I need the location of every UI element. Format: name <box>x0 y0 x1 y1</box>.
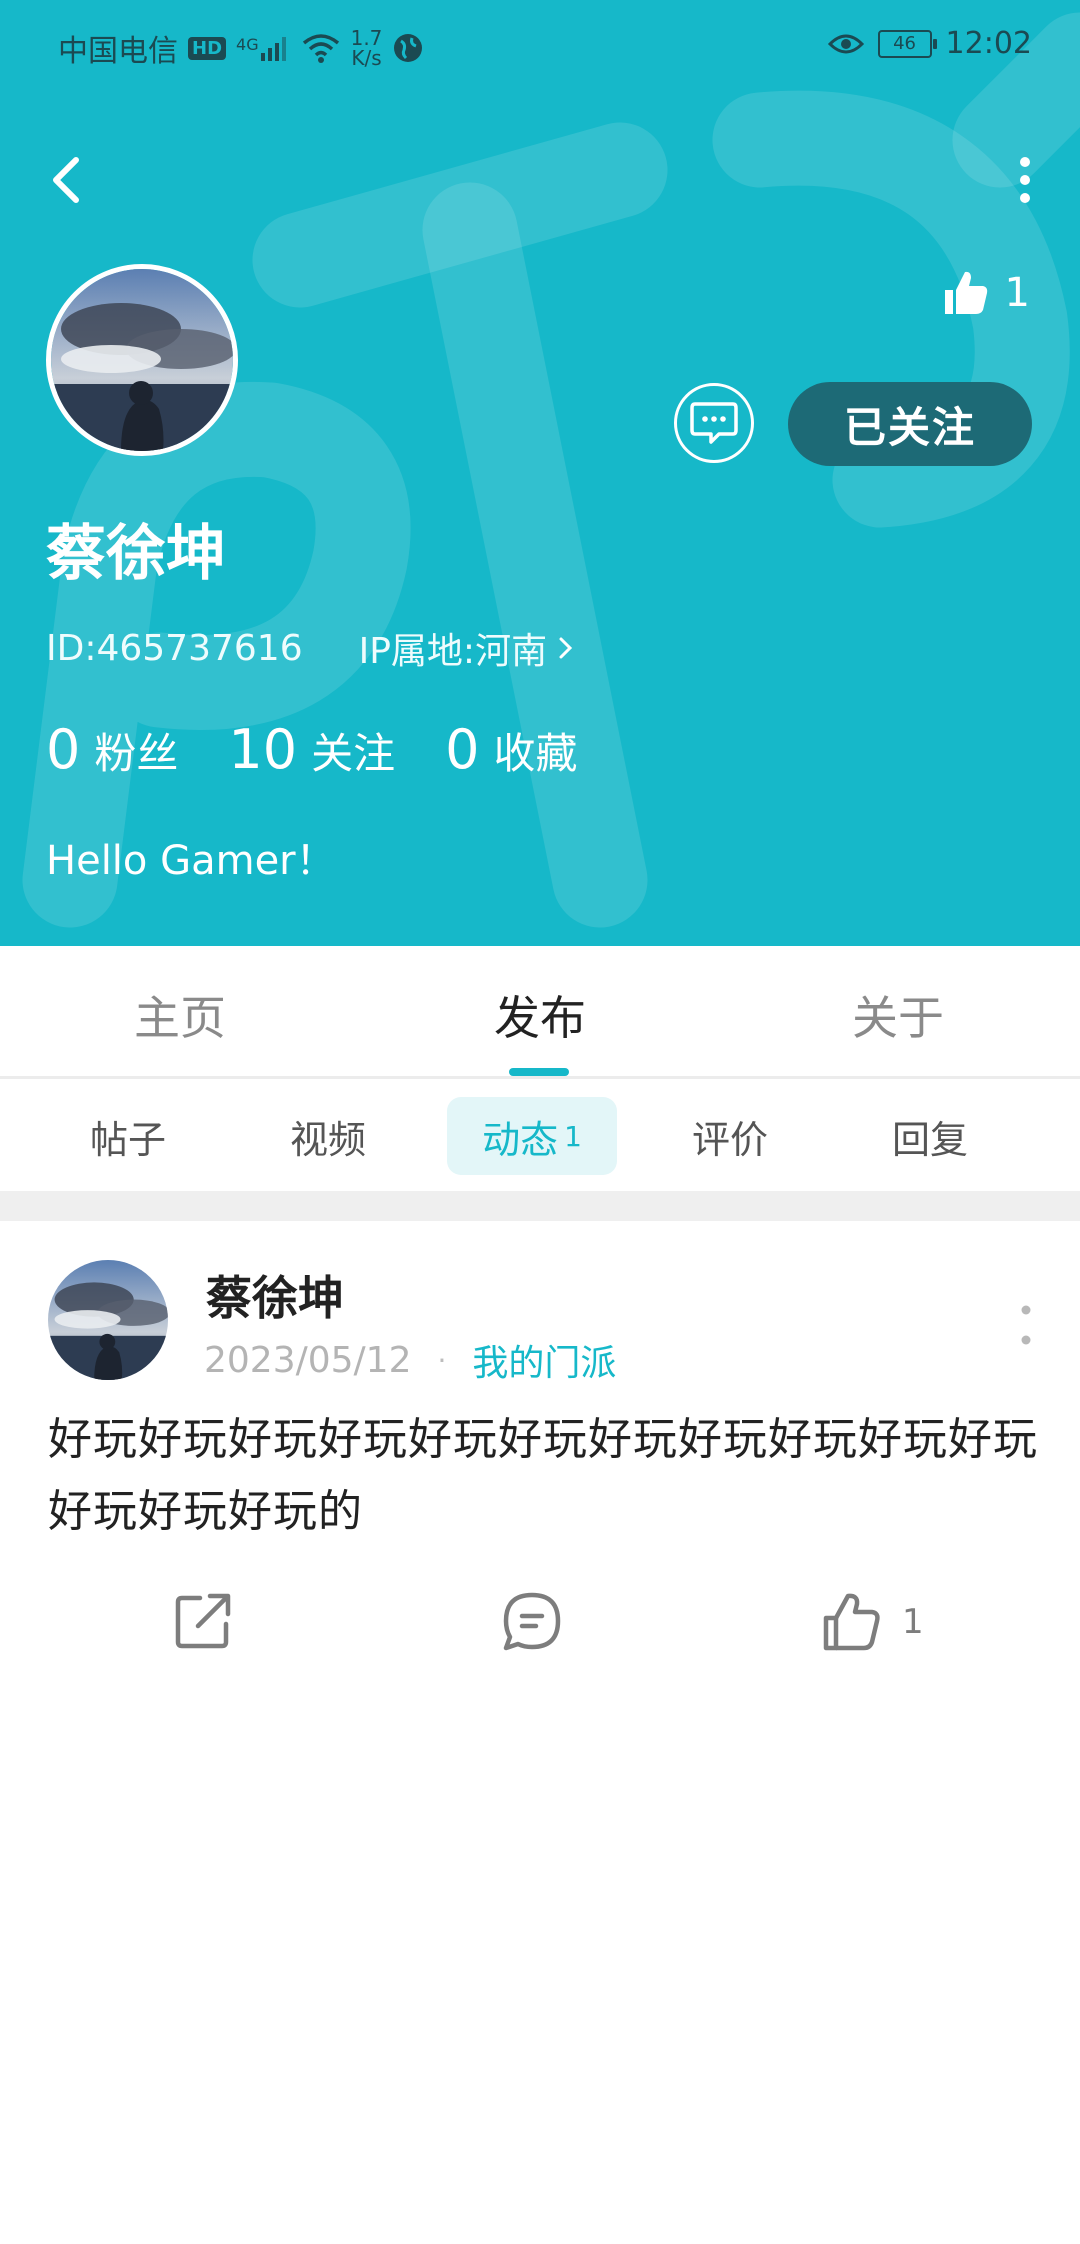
stat-number: 0 <box>445 718 480 781</box>
subtab-count: 1 <box>564 1119 582 1153</box>
thumbs-up-icon <box>944 271 987 314</box>
post-section-link[interactable]: 我的门派 <box>472 1334 616 1386</box>
stat-label: 关注 <box>311 729 396 778</box>
share-button[interactable] <box>172 1590 234 1652</box>
avatar[interactable] <box>46 264 238 456</box>
profile-header: 中国电信 HD 4G 1.7 K/s 46 12:02 1 已关注 蔡徐坤 ID… <box>0 0 1080 946</box>
subtab-threads[interactable]: 帖子 <box>60 1097 196 1175</box>
subtab-reviews[interactable]: 评价 <box>662 1097 798 1175</box>
like-count: 1 <box>902 1602 924 1642</box>
chevron-left-icon <box>53 157 79 203</box>
share-icon <box>175 1593 231 1649</box>
profile-like-count: 1 <box>1004 270 1030 316</box>
meta-separator: · <box>437 1343 447 1377</box>
follow-button[interactable]: 已关注 <box>788 382 1032 466</box>
main-tabs: 主页 发布 关于 <box>0 946 1080 1079</box>
post-author-avatar[interactable] <box>48 1260 168 1380</box>
wifi-icon <box>302 34 339 63</box>
ip-location-text: IP属地:河南 <box>358 631 548 672</box>
stat-number: 10 <box>228 718 298 781</box>
post-actions: 1 <box>0 1590 1080 1670</box>
hd-badge: HD <box>188 36 227 60</box>
watermark-logo <box>22 12 1080 928</box>
subtab-videos[interactable]: 视频 <box>260 1097 396 1175</box>
profile-like-button[interactable]: 1 <box>941 268 1030 318</box>
sub-tabs: 帖子 视频 动态 1 评价 回复 <box>0 1079 1080 1191</box>
post-author-name[interactable]: 蔡徐坤 <box>206 1262 344 1328</box>
stat-label: 收藏 <box>493 729 578 778</box>
subtab-replies[interactable]: 回复 <box>862 1097 998 1175</box>
message-button[interactable] <box>674 383 754 463</box>
post-meta: 2023/05/12 · 我的门派 <box>204 1334 616 1386</box>
tab-posts[interactable]: 发布 <box>494 982 586 1048</box>
ip-location-link[interactable]: IP属地:河南 <box>359 622 575 674</box>
thumbs-up-icon <box>823 1593 880 1651</box>
profile-meta: ID:465737616 IP属地:河南 <box>46 622 575 674</box>
more-vertical-icon <box>1020 157 1030 203</box>
signal-icon: 4G <box>236 35 291 61</box>
tab-home[interactable]: 主页 <box>134 982 226 1048</box>
comment-button[interactable] <box>500 1590 564 1654</box>
comment-icon <box>503 1592 561 1651</box>
more-vertical-icon <box>1021 1305 1031 1345</box>
post-date: 2023/05/12 <box>204 1339 412 1381</box>
post-content[interactable]: 好玩好玩好玩好玩好玩好玩好玩好玩好玩好玩好玩好玩好玩好玩的 <box>48 1404 1038 1548</box>
avatar-image <box>48 1260 168 1380</box>
eye-comfort-icon <box>827 34 864 53</box>
tab-indicator <box>509 1068 569 1076</box>
profile-name: 蔡徐坤 <box>46 519 226 589</box>
carrier-label: 中国电信 <box>58 34 178 69</box>
section-divider <box>0 1191 1080 1221</box>
more-options-button[interactable] <box>1010 150 1040 210</box>
network-type: 4G <box>236 35 259 54</box>
clock: 12:02 <box>945 26 1032 61</box>
stat-followers[interactable]: 0 粉丝 <box>46 718 178 781</box>
chevron-right-icon <box>559 637 573 659</box>
globe-icon <box>394 34 423 62</box>
back-button[interactable] <box>42 150 92 210</box>
status-bar: 中国电信 HD 4G 1.7 K/s 46 12:02 <box>0 0 1080 96</box>
avatar-image <box>51 269 233 451</box>
network-speed: 1.7 K/s <box>350 26 383 70</box>
user-id: ID:465737616 <box>46 627 303 669</box>
stat-following[interactable]: 10 关注 <box>228 718 395 781</box>
battery-indicator: 46 <box>877 29 937 58</box>
tab-about[interactable]: 关于 <box>852 982 944 1048</box>
chat-bubble-icon <box>690 402 738 444</box>
stat-favorites[interactable]: 0 收藏 <box>445 718 577 781</box>
stat-number: 0 <box>46 718 81 781</box>
subtab-moments[interactable]: 动态 1 <box>447 1097 617 1175</box>
profile-stats: 0 粉丝 10 关注 0 收藏 <box>46 718 577 781</box>
subtab-label: 动态 <box>482 1117 559 1162</box>
post-more-button[interactable] <box>1016 1300 1036 1350</box>
stat-label: 粉丝 <box>94 729 179 778</box>
like-button[interactable]: 1 <box>820 1590 924 1654</box>
profile-bio: Hello Gamer！ <box>46 838 336 884</box>
